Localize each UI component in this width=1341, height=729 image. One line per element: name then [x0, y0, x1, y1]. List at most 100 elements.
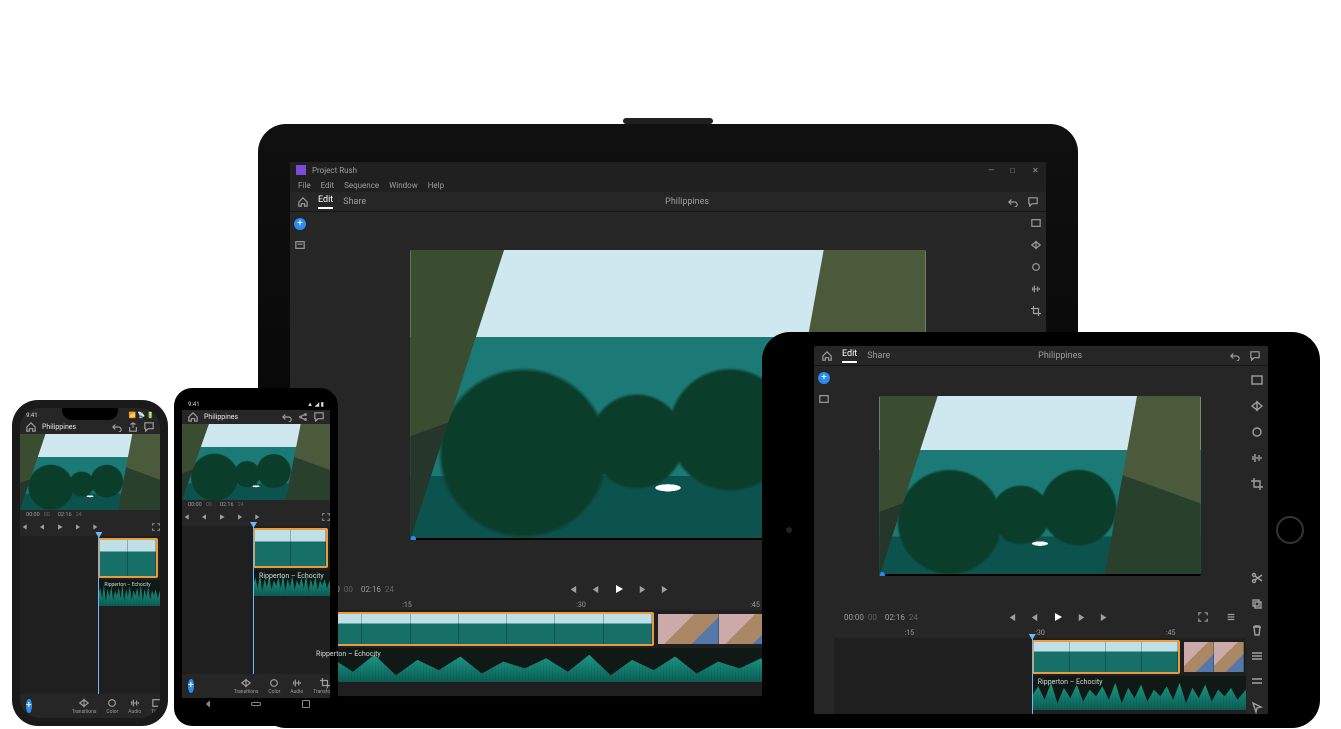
video-track[interactable]	[834, 638, 1246, 676]
home-icon[interactable]	[298, 197, 308, 207]
tool-transitions[interactable]: Transitions	[234, 678, 259, 695]
play-button[interactable]	[1052, 611, 1064, 623]
goto-end-button[interactable]	[92, 523, 100, 533]
video-track[interactable]	[182, 526, 330, 570]
home-icon[interactable]	[26, 422, 36, 432]
tab-edit[interactable]: Edit	[318, 195, 333, 209]
crop-icon[interactable]	[1251, 478, 1263, 490]
menu-sequence[interactable]: Sequence	[344, 181, 379, 190]
step-fwd-button[interactable]	[74, 523, 82, 533]
titles-icon[interactable]	[1251, 374, 1263, 386]
tool-color[interactable]: Color	[106, 698, 118, 715]
tablet-home-button[interactable]	[1276, 516, 1304, 544]
program-monitor[interactable]	[834, 366, 1246, 606]
goto-end-button[interactable]	[660, 584, 671, 595]
crop-icon[interactable]	[1031, 306, 1041, 316]
step-back-button[interactable]	[590, 584, 601, 595]
fullscreen-icon[interactable]	[152, 523, 160, 533]
home-icon[interactable]	[188, 412, 198, 422]
goto-start-button[interactable]	[182, 513, 190, 523]
video-clip-1[interactable]	[253, 528, 328, 568]
add-media-button[interactable]: +	[188, 679, 194, 693]
window-close-button[interactable]: ✕	[1032, 166, 1040, 174]
comment-icon[interactable]	[1028, 197, 1038, 207]
playhead[interactable]	[98, 536, 99, 694]
step-back-button[interactable]	[38, 523, 46, 533]
window-titlebar[interactable]: Project Rush — □ ✕	[290, 162, 1046, 178]
menu-file[interactable]: File	[298, 181, 311, 190]
add-media-button[interactable]: +	[818, 372, 830, 384]
window-max-button[interactable]: □	[1010, 166, 1018, 174]
video-clip-1[interactable]	[1032, 640, 1181, 674]
tool-transform[interactable]: Transform	[313, 678, 330, 695]
color-icon[interactable]	[1031, 262, 1041, 272]
playhead[interactable]	[253, 526, 254, 674]
play-button[interactable]	[56, 523, 64, 533]
titles-icon[interactable]	[1031, 218, 1041, 228]
duplicate-icon[interactable]	[1251, 598, 1263, 610]
tab-share[interactable]: Share	[867, 351, 890, 361]
tool-audio[interactable]: Audio	[290, 678, 303, 695]
tracks-icon[interactable]	[1251, 676, 1263, 688]
menu-window[interactable]: Window	[389, 181, 418, 190]
tool-titles[interactable]: Titles	[151, 698, 160, 715]
audio-track[interactable]: Ripperton – Echocity	[98, 580, 160, 606]
add-media-button[interactable]: +	[294, 218, 306, 230]
pointer-icon[interactable]	[1251, 702, 1263, 714]
play-button[interactable]	[613, 583, 625, 595]
color-icon[interactable]	[1251, 426, 1263, 438]
video-track[interactable]	[20, 536, 160, 580]
goto-start-button[interactable]	[567, 584, 578, 595]
home-icon[interactable]	[822, 351, 832, 361]
goto-start-button[interactable]	[1006, 612, 1017, 623]
goto-start-button[interactable]	[20, 523, 28, 533]
video-clip-2[interactable]	[1182, 640, 1246, 674]
menu-edit[interactable]: Edit	[321, 181, 335, 190]
comment-icon[interactable]	[1250, 351, 1260, 361]
audio-icon[interactable]	[1031, 284, 1041, 294]
add-media-button[interactable]: +	[26, 699, 32, 713]
timeline[interactable]: Ripperton – Echocity	[20, 536, 160, 694]
tab-edit[interactable]: Edit	[842, 349, 857, 363]
trash-icon[interactable]	[1251, 624, 1263, 636]
comment-icon[interactable]	[144, 422, 154, 432]
undo-icon[interactable]	[1230, 351, 1240, 361]
share-icon[interactable]	[298, 412, 308, 422]
playhead[interactable]	[1032, 638, 1033, 714]
comment-icon[interactable]	[314, 412, 324, 422]
program-monitor[interactable]	[20, 434, 160, 510]
step-fwd-button[interactable]	[236, 513, 244, 523]
goto-end-button[interactable]	[1099, 612, 1110, 623]
timeline-options-icon[interactable]	[1226, 612, 1236, 622]
tool-color[interactable]: Color	[268, 678, 280, 695]
video-clip-1[interactable]	[312, 612, 654, 646]
step-fwd-button[interactable]	[637, 584, 648, 595]
play-button[interactable]	[218, 513, 226, 523]
audio-track[interactable]: Ripperton – Echocity	[253, 570, 330, 596]
menu-help[interactable]: Help	[428, 181, 444, 190]
timeline[interactable]: Ripperton – Echocity	[182, 526, 330, 674]
fullscreen-icon[interactable]	[322, 513, 330, 523]
video-clip-1[interactable]	[98, 538, 158, 578]
step-fwd-button[interactable]	[1076, 612, 1087, 623]
tool-transitions[interactable]: Transitions	[72, 698, 97, 715]
expand-tracks-icon[interactable]	[1251, 650, 1263, 662]
titles-panel-icon[interactable]	[295, 240, 305, 250]
transitions-icon[interactable]	[1251, 400, 1263, 412]
scissors-icon[interactable]	[1251, 572, 1263, 584]
audio-icon[interactable]	[1251, 452, 1263, 464]
step-back-button[interactable]	[200, 513, 208, 523]
monitor-scrubber[interactable]	[879, 574, 1200, 576]
undo-icon[interactable]	[282, 412, 292, 422]
tool-audio[interactable]: Audio	[128, 698, 141, 715]
tab-share[interactable]: Share	[343, 197, 366, 207]
audio-track[interactable]: Ripperton – Echocity	[1032, 676, 1246, 710]
titles-panel-icon[interactable]	[819, 394, 829, 404]
android-nav-bar[interactable]	[182, 698, 330, 710]
step-back-button[interactable]	[1029, 612, 1040, 623]
undo-icon[interactable]	[1008, 197, 1018, 207]
timeline-ruler[interactable]: :15 :30 :45	[834, 628, 1246, 638]
transitions-icon[interactable]	[1031, 240, 1041, 250]
fullscreen-icon[interactable]	[1198, 612, 1208, 622]
program-monitor[interactable]	[182, 424, 330, 500]
